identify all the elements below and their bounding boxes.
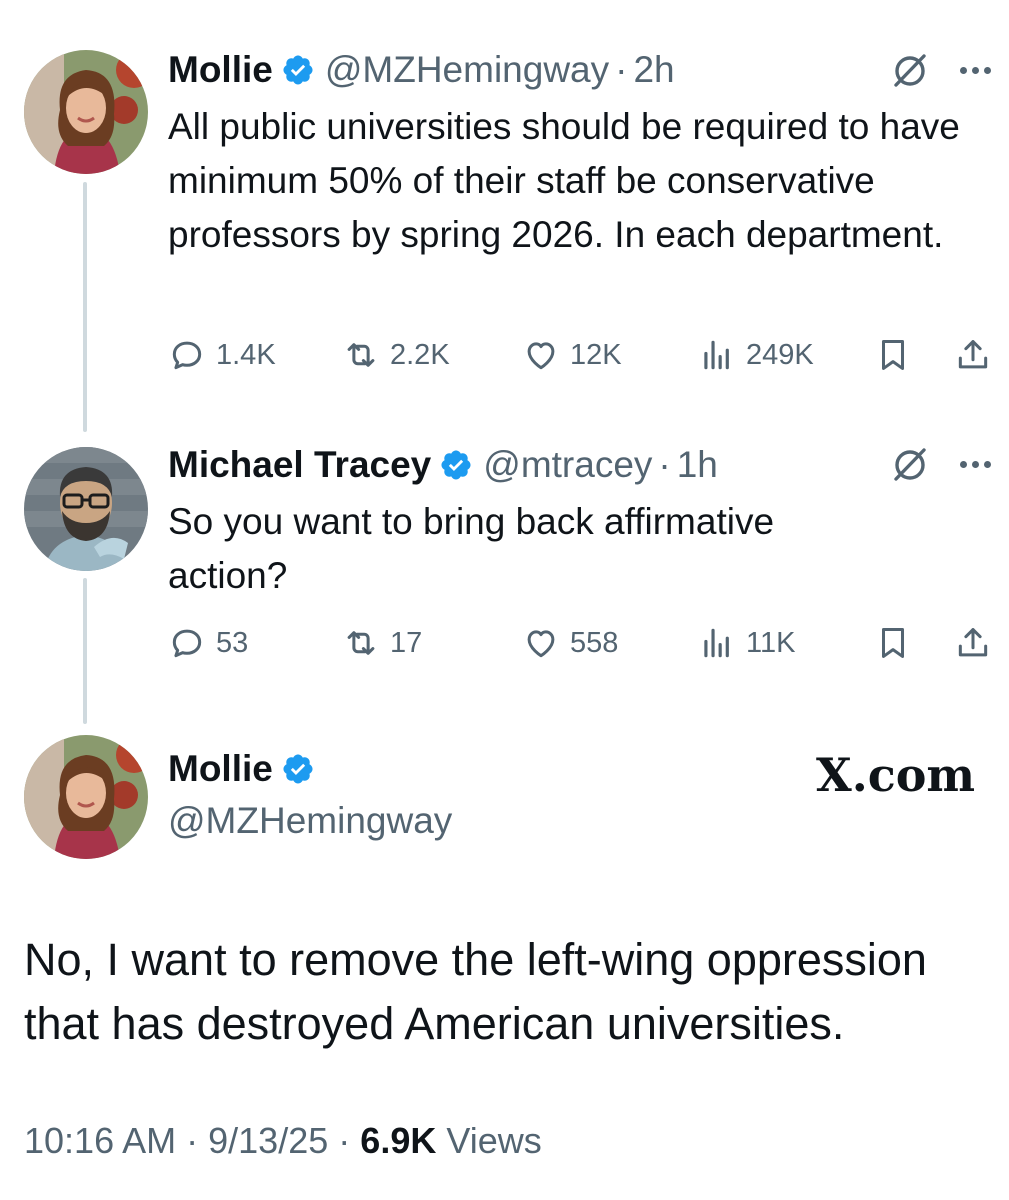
repost-count: 2.2K [390, 338, 450, 371]
separator: · [186, 1120, 199, 1161]
like-icon [527, 342, 555, 370]
reply-icon [172, 341, 202, 370]
repost-button[interactable]: 2.2K [342, 336, 450, 374]
separator: · [615, 49, 628, 90]
reply-count: 1.4K [216, 338, 276, 371]
timestamp[interactable]: 1h [677, 443, 718, 487]
like-icon [527, 630, 555, 658]
grok-icon[interactable] [890, 444, 930, 484]
tweet-text: No, I want to remove the left-wing oppre… [24, 934, 927, 1049]
repost-button[interactable]: 17 [342, 624, 422, 662]
bookmark-icon [881, 628, 905, 658]
tweet-meta: 10:16 AM · 9/13/25 · 6.9K Views [24, 1120, 542, 1162]
views-icon [704, 340, 729, 370]
share-button[interactable] [954, 336, 992, 374]
separator: · [658, 444, 671, 485]
repost-count: 17 [390, 626, 423, 659]
views-count: 249K [746, 338, 814, 371]
timestamp[interactable]: 2h [633, 48, 674, 92]
date[interactable]: 9/13/25 [208, 1120, 328, 1161]
author-name[interactable]: Mollie [168, 748, 273, 790]
bookmark-button[interactable] [874, 336, 912, 374]
avatar[interactable] [24, 735, 148, 859]
tweet-text: So you want to bring back affirmative ac… [168, 501, 775, 596]
share-icon [958, 340, 988, 369]
views-icon [704, 628, 729, 658]
repost-icon [347, 631, 375, 655]
more-icon[interactable] [960, 64, 1000, 76]
like-count: 12K [570, 338, 622, 371]
verified-badge-icon [283, 55, 313, 85]
views-count: 11K [746, 626, 796, 659]
author-name[interactable]: Michael Tracey [168, 443, 431, 487]
like-count: 558 [570, 626, 619, 659]
bookmark-icon [881, 340, 905, 370]
tweet-header: Mollie @MZHemingway · 2h [168, 48, 675, 92]
author-handle[interactable]: @MZHemingway [168, 800, 452, 842]
views-button[interactable]: 249K [698, 336, 814, 374]
thread-line [83, 578, 87, 724]
share-button[interactable] [954, 624, 992, 662]
like-button[interactable]: 12K [522, 336, 622, 374]
reply-button[interactable]: 53 [168, 624, 248, 662]
reply-icon [172, 629, 202, 658]
views-label: Views [446, 1120, 542, 1161]
more-icon[interactable] [960, 458, 1000, 470]
views-button[interactable]: 11K [698, 624, 795, 662]
verified-badge-icon [283, 754, 313, 784]
grok-icon[interactable] [890, 50, 930, 90]
tweet-header: Michael Tracey @mtracey · 1h [168, 443, 718, 487]
reply-button[interactable]: 1.4K [168, 336, 276, 374]
thread-line [83, 182, 87, 432]
views-count: 6.9K [360, 1120, 437, 1161]
author-handle[interactable]: @MZHemingway [325, 48, 609, 92]
tweet-text: All public universities should be requir… [168, 106, 960, 255]
timestamp[interactable]: 10:16 AM [24, 1120, 176, 1161]
separator: · [338, 1120, 351, 1161]
share-icon [958, 628, 988, 657]
avatar[interactable] [24, 50, 148, 174]
verified-badge-icon [441, 450, 471, 480]
reply-count: 53 [216, 626, 249, 659]
tweet-actions: 53 17 558 11K [168, 624, 998, 668]
repost-icon [347, 343, 375, 367]
like-button[interactable]: 558 [522, 624, 618, 662]
x-brand-logo: X.com [816, 748, 976, 802]
author-name-row: Mollie [168, 748, 325, 790]
bookmark-button[interactable] [874, 624, 912, 662]
avatar[interactable] [24, 447, 148, 571]
tweet-actions: 1.4K 2.2K 12K 249K [168, 336, 998, 380]
author-name[interactable]: Mollie [168, 48, 273, 92]
author-handle[interactable]: @mtracey [483, 443, 652, 487]
